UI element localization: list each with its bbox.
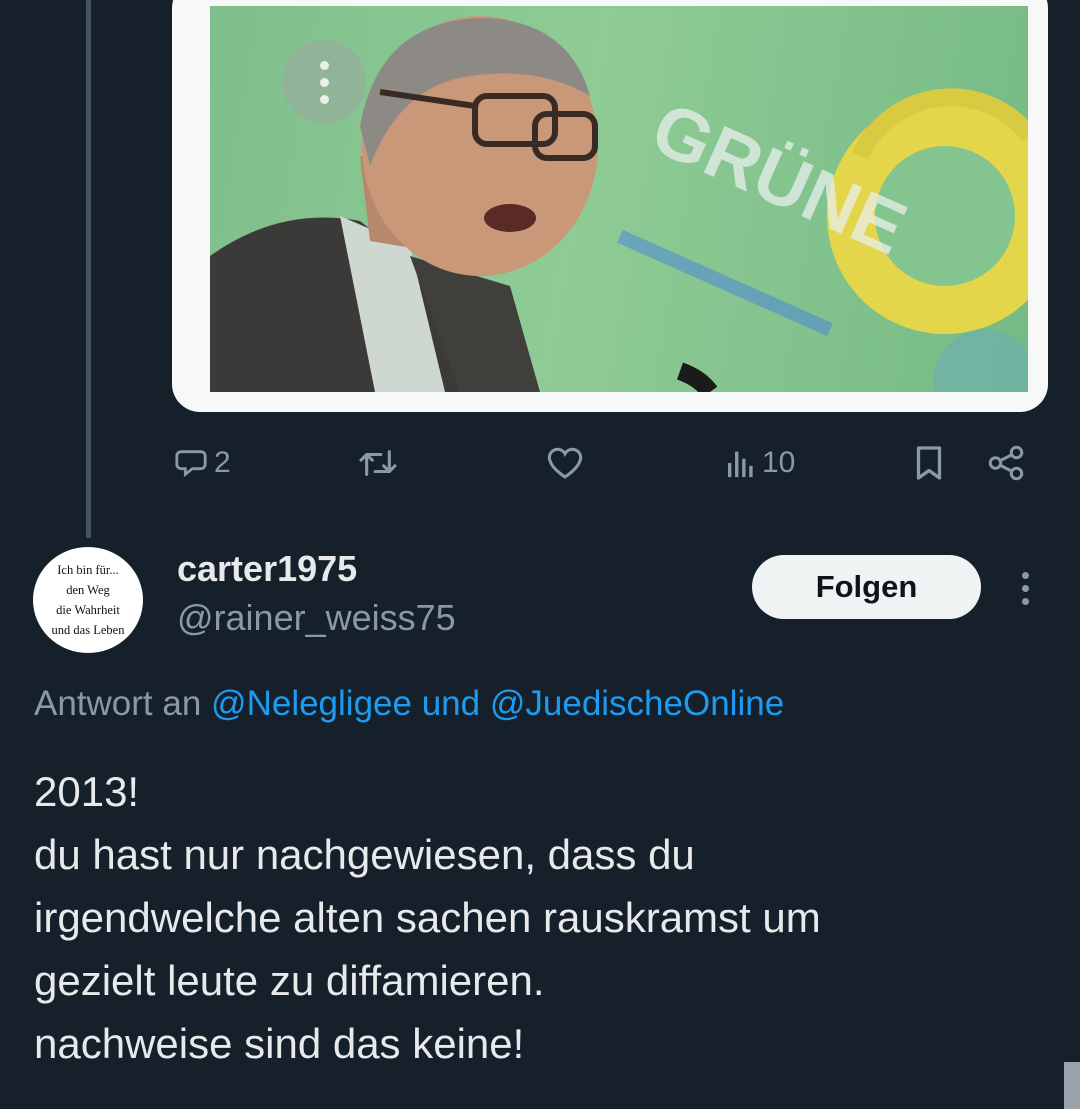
poster-text: GRÜNE <box>640 86 918 271</box>
share-icon <box>988 445 1024 481</box>
views-button[interactable]: 10 <box>726 440 795 486</box>
bookmark-button[interactable] <box>912 440 946 486</box>
mention-link-1[interactable]: @Nelegligee <box>211 684 412 723</box>
replying-to-line: Antwort an @Nelegligee und @JuedischeOnl… <box>34 684 784 724</box>
tweet-text-line: nachweise sind das keine! <box>34 1020 525 1067</box>
media-more-button[interactable] <box>282 40 366 124</box>
bookmark-icon <box>916 446 942 480</box>
reply-count: 2 <box>214 446 231 479</box>
share-button[interactable] <box>986 440 1026 486</box>
repost-icon <box>359 450 397 476</box>
replying-joiner: und <box>421 684 481 723</box>
like-button[interactable] <box>546 440 590 486</box>
display-name[interactable]: carter1975 <box>177 548 357 590</box>
repost-button[interactable] <box>358 440 404 486</box>
overlay-circle <box>933 329 1028 392</box>
microphone <box>676 362 718 392</box>
reply-icon <box>175 450 207 478</box>
more-options-button[interactable] <box>1010 566 1040 610</box>
view-count: 10 <box>762 446 796 479</box>
speaker-mouth <box>484 204 536 232</box>
tweet-media-card[interactable]: GRÜNE <box>172 0 1048 412</box>
mention-link-2[interactable]: @JuedischeOnline <box>490 684 784 723</box>
avatar[interactable]: Ich bin für... den Weg die Wahrheit und … <box>33 547 143 653</box>
poster-banner <box>617 229 833 337</box>
tweet-text-line: irgendwelche alten sachen rauskramst um <box>34 894 821 941</box>
tweet-text: 2013! du hast nur nachgewiesen, dass du … <box>34 760 1044 1075</box>
user-handle[interactable]: @rainer_weiss75 <box>177 597 456 639</box>
avatar-text: Ich bin für... den Weg die Wahrheit und … <box>51 563 125 637</box>
replying-prefix: Antwort an <box>34 684 202 723</box>
reply-button[interactable]: 2 <box>174 440 231 486</box>
scrollbar-thumb[interactable] <box>1064 1062 1080 1109</box>
tweet-text-line: 2013! <box>34 768 140 815</box>
more-vertical-icon <box>1021 571 1029 579</box>
more-vertical-icon <box>319 60 329 70</box>
tweet-action-bar: 2 10 <box>0 440 1080 486</box>
follow-button[interactable]: Folgen <box>752 555 981 619</box>
tweet-text-line: gezielt leute zu diffamieren. <box>34 957 545 1004</box>
views-icon <box>727 451 753 478</box>
tweet-text-line: du hast nur nachgewiesen, dass du <box>34 831 695 878</box>
like-icon <box>547 447 583 479</box>
tweet-media-photo[interactable]: GRÜNE <box>210 6 1028 392</box>
